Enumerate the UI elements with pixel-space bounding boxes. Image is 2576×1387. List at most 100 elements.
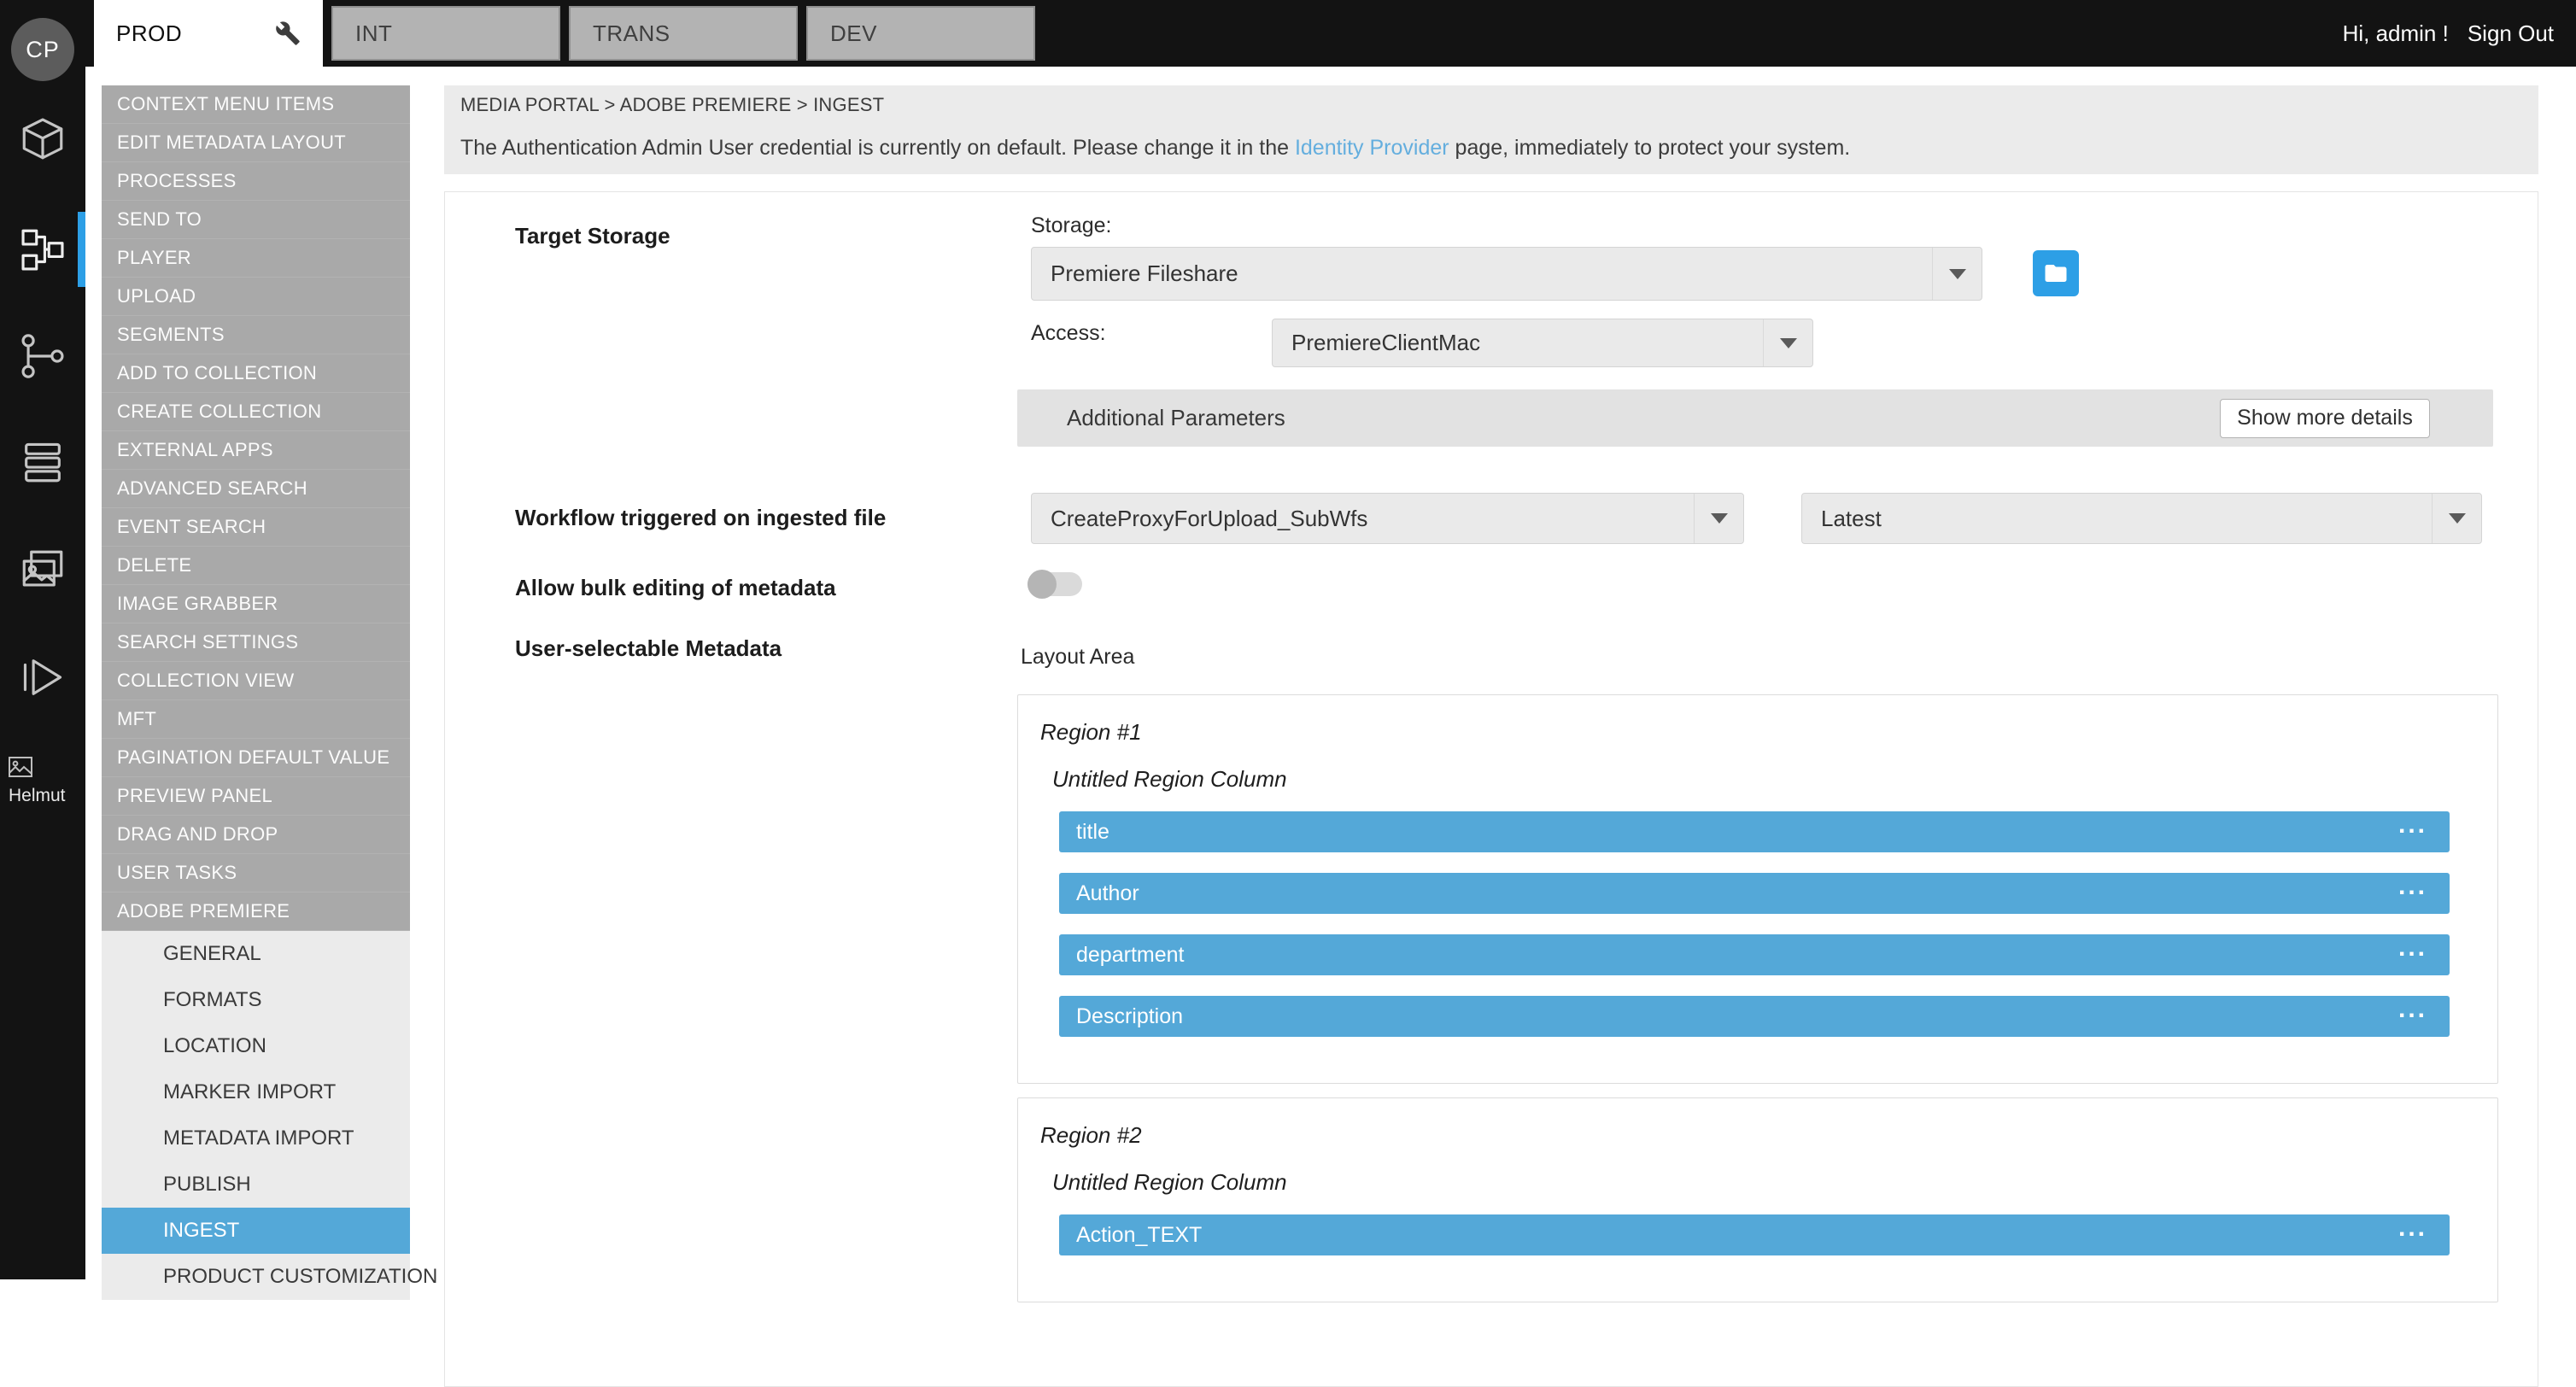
tab-dev[interactable]: DEV [806,6,1035,61]
sidebar-item-adobe-premiere[interactable]: ADOBE PREMIERE [102,892,410,931]
field-options-icon[interactable]: ... [2398,944,2427,952]
cube-icon [18,114,67,164]
bulk-editing-toggle[interactable] [1027,570,1082,599]
region-title: Region #1 [1040,719,2450,746]
rail-item-media[interactable] [0,530,85,612]
sidebar-item-segments[interactable]: SEGMENTS [102,316,410,354]
sidebar-subitem-publish[interactable]: PUBLISH [102,1162,410,1208]
additional-parameters-label: Additional Parameters [1067,405,1285,431]
rail-item-play[interactable] [0,636,85,718]
workflow-version-dropdown-value: Latest [1821,506,1882,532]
field-chip-label: title [1076,820,1109,845]
workflow-dropdown-value: CreateProxyForUpload_SubWfs [1051,506,1367,532]
sidebar-item-pagination-default-value[interactable]: PAGINATION DEFAULT VALUE [102,739,410,777]
show-more-details-button[interactable]: Show more details [2220,399,2430,438]
sidebar-item-processes[interactable]: PROCESSES [102,162,410,201]
broken-image-alt-text: Helmut [9,786,66,806]
sidebar-item-drag-and-drop[interactable]: DRAG AND DROP [102,816,410,854]
sidebar-item-preview-panel[interactable]: PREVIEW PANEL [102,777,410,816]
sidebar-subitem-marker-import[interactable]: MARKER IMPORT [102,1069,410,1115]
broken-image-icon [9,757,32,781]
metadata-field-chip[interactable]: department... [1059,934,2450,975]
sidebar-item-image-grabber[interactable]: IMAGE GRABBER [102,585,410,623]
breadcrumb: MEDIA PORTAL > ADOBE PREMIERE > INGEST [460,94,2538,116]
region-title: Region #2 [1040,1122,2450,1149]
rail-item-cube[interactable] [0,98,85,180]
sidebar-subitem-metadata-import[interactable]: METADATA IMPORT [102,1115,410,1162]
sidebar-item-edit-metadata-layout[interactable]: EDIT METADATA LAYOUT [102,124,410,162]
sidebar-item-advanced-search[interactable]: ADVANCED SEARCH [102,470,410,508]
sidebar-subitem-location[interactable]: LOCATION [102,1023,410,1069]
metadata-field-chip[interactable]: Action_TEXT... [1059,1214,2450,1255]
sign-out-link[interactable]: Sign Out [2468,20,2554,47]
sidebar-subitem-ingest[interactable]: INGEST [102,1208,410,1254]
sidebar-item-player[interactable]: PLAYER [102,239,410,278]
workflow-icon [18,225,67,274]
sidebar-item-event-search[interactable]: EVENT SEARCH [102,508,410,547]
regions-container: Region #1Untitled Region Columntitle...A… [1017,694,2498,1316]
workflow-version-dropdown[interactable]: Latest [1801,493,2482,544]
field-chip-label: Description [1076,1004,1183,1029]
sidebar-subitem-general[interactable]: GENERAL [102,931,410,977]
browse-folder-button[interactable] [2033,250,2079,296]
user-selectable-metadata-label: User-selectable Metadata [515,637,782,659]
tab-int[interactable]: INT [331,6,560,61]
caret-triangle [1949,269,1966,279]
field-chip-label: Action_TEXT [1076,1223,1202,1248]
sidebar-item-collection-view[interactable]: COLLECTION VIEW [102,662,410,700]
header-panel: MEDIA PORTAL > ADOBE PREMIERE > INGEST T… [444,85,2538,174]
icon-rail: CP [0,0,85,1279]
ingest-settings-panel: Target Storage Storage: Premiere Filesha… [444,191,2538,1387]
tab-label: TRANS [593,20,670,47]
region-box: Region #1Untitled Region Columntitle...A… [1017,694,2498,1084]
storage-dropdown[interactable]: Premiere Fileshare [1031,247,1982,301]
field-options-icon[interactable]: ... [2398,1005,2427,1014]
play-icon [18,653,67,702]
sidebar-nav: CONTEXT MENU ITEMSEDIT METADATA LAYOUTPR… [102,85,410,1300]
sidebar-item-mft[interactable]: MFT [102,700,410,739]
tab-trans[interactable]: TRANS [569,6,798,61]
field-options-icon[interactable]: ... [2398,882,2427,891]
rail-item-workflow[interactable] [0,208,85,290]
sidebar-subitem-product-customization[interactable]: PRODUCT CUSTOMIZATION [102,1254,410,1300]
sidebar-item-upload[interactable]: UPLOAD [102,278,410,316]
sidebar-item-delete[interactable]: DELETE [102,547,410,585]
sidebar-item-context-menu-items[interactable]: CONTEXT MENU ITEMS [102,85,410,124]
region-column-title: Untitled Region Column [1052,766,2450,793]
workflow-dropdown[interactable]: CreateProxyForUpload_SubWfs [1031,493,1744,544]
sidebar-item-send-to[interactable]: SEND TO [102,201,410,239]
sidebar-item-user-tasks[interactable]: USER TASKS [102,854,410,892]
warning-text-pre: The Authentication Admin User credential… [460,136,1295,160]
avatar[interactable]: CP [11,18,74,81]
caret-triangle [2449,513,2466,524]
caret-triangle [1711,513,1728,524]
warning-text-post: page, immediately to protect your system… [1449,136,1851,160]
identity-provider-link[interactable]: Identity Provider [1295,136,1449,160]
access-label: Access: [1031,322,1106,344]
additional-parameters-bar: Additional Parameters Show more details [1017,389,2493,447]
env-tabs: PROD INT TRANS DEV [94,0,1044,67]
field-options-icon[interactable]: ... [2398,821,2427,829]
field-chip-label: Author [1076,881,1139,906]
region-column-title: Untitled Region Column [1052,1169,2450,1196]
metadata-field-chip[interactable]: Author... [1059,873,2450,914]
rail-item-branch[interactable] [0,315,85,397]
access-dropdown[interactable]: PremiereClientMac [1272,319,1813,367]
media-icon [18,546,67,595]
sidebar-item-external-apps[interactable]: EXTERNAL APPS [102,431,410,470]
bulk-editing-label: Allow bulk editing of metadata [515,576,836,599]
rail-item-stack[interactable] [0,421,85,503]
tab-label: PROD [116,20,182,47]
metadata-field-chip[interactable]: Description... [1059,996,2450,1037]
field-chip-label: department [1076,943,1184,968]
tab-prod[interactable]: PROD [94,0,323,67]
wrench-icon [275,20,301,46]
sidebar-item-create-collection[interactable]: CREATE COLLECTION [102,393,410,431]
field-options-icon[interactable]: ... [2398,1224,2427,1232]
caret-triangle [1780,338,1797,348]
sidebar-item-add-to-collection[interactable]: ADD TO COLLECTION [102,354,410,393]
sidebar-item-search-settings[interactable]: SEARCH SETTINGS [102,623,410,662]
sidebar-subitem-formats[interactable]: FORMATS [102,977,410,1023]
metadata-field-chip[interactable]: title... [1059,811,2450,852]
topbar: PRODINTTRANSDEV Hi, admin ! Sign Out [0,0,2576,67]
